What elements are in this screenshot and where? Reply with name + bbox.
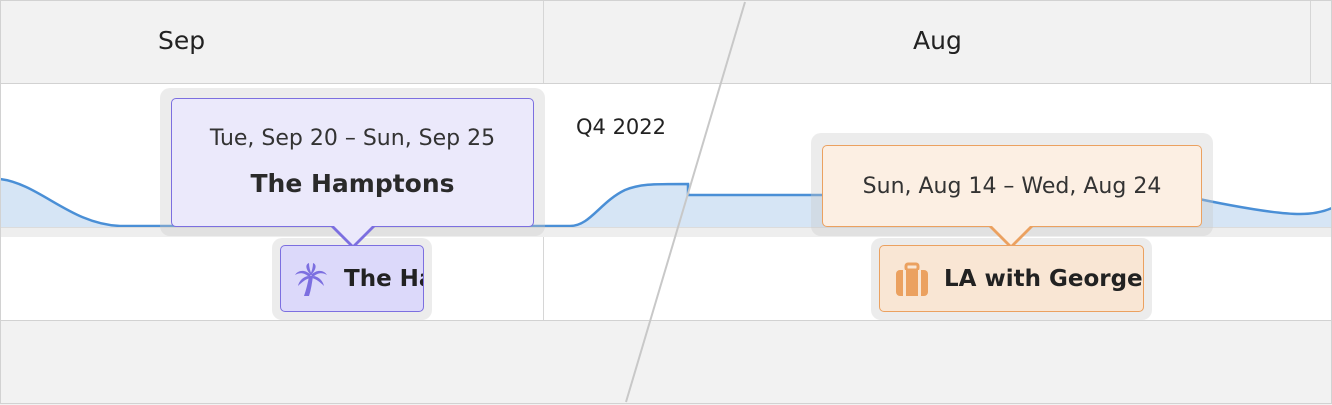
tooltip-pointer-2 [991, 225, 1031, 245]
header-divider-right [1310, 0, 1311, 83]
tooltip-dates-2: Sun, Aug 14 – Wed, Aug 24 [862, 174, 1162, 199]
event-chip-hamptons[interactable]: The Ha [280, 245, 424, 312]
suitcase-icon [896, 262, 928, 296]
month-label-sep: Sep [158, 26, 206, 55]
event-chip-la[interactable]: LA with George [879, 245, 1144, 312]
month-header: Sep Aug [0, 0, 1332, 84]
month-label-aug: Aug [913, 26, 962, 55]
event-tooltip-la: Sun, Aug 14 – Wed, Aug 24 [822, 145, 1202, 227]
bottom-lane [0, 320, 1332, 405]
chip-label-2: LA with George [944, 266, 1143, 292]
quarter-label: Q4 2022 [576, 115, 667, 139]
tooltip-title: The Hamptons [250, 169, 455, 198]
tooltip-dates: Tue, Sep 20 – Sun, Sep 25 [209, 126, 496, 151]
tooltip-pointer [333, 225, 373, 245]
event-tooltip-hamptons: Tue, Sep 20 – Sun, Sep 25 The Hamptons [171, 98, 534, 227]
lane-divider [543, 237, 544, 320]
header-divider [543, 0, 544, 83]
chip-label: The Ha [344, 266, 423, 292]
palm-tree-icon [295, 263, 327, 296]
